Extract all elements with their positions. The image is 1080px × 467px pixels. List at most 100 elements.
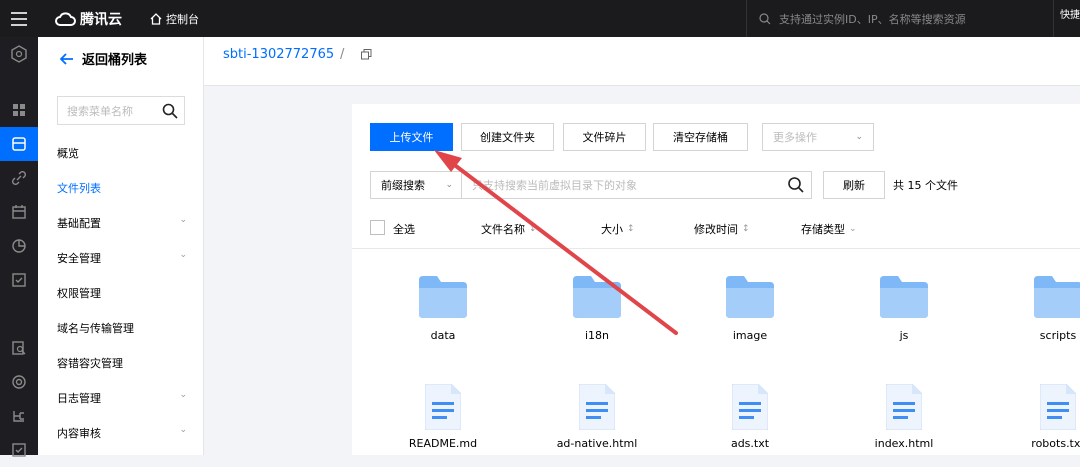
back-label: 返回桶列表 [82, 53, 148, 68]
folder-name: image [732, 329, 768, 342]
sidebar-item[interactable]: 域名与传输管理 [57, 320, 187, 336]
file-name: ads.txt [730, 437, 770, 450]
search-icon[interactable] [162, 103, 178, 119]
folder-name: scripts [1039, 329, 1077, 342]
bucket-name-link[interactable]: sbti-1302772765 [223, 47, 334, 62]
sidebar-item[interactable]: 基础配置 ⌄ [57, 215, 187, 231]
sidebar-item-label: 概览 [57, 147, 79, 160]
file-list-panel: 上传文件 创建文件夹 文件碎片 清空存储桶 更多操作 ⌄ 前缀搜索 ⌄ 只支持搜… [352, 104, 1080, 455]
file-name: index.html [874, 437, 934, 450]
folder-name: js [899, 329, 909, 342]
breadcrumb: sbti-1302772765 / [204, 37, 1080, 86]
sort-icon: ↕ [742, 224, 750, 234]
file-item[interactable]: ad-native.html [537, 383, 657, 450]
bucket-icon[interactable] [0, 127, 38, 161]
brand-logo[interactable]: 腾讯云 [54, 9, 122, 29]
quick-access-button[interactable]: 快捷 [1053, 0, 1080, 37]
column-storage-type[interactable]: 存储类型 ⌄ [801, 221, 857, 237]
column-size[interactable]: 大小 ↕ [601, 221, 635, 237]
folder-item[interactable]: image [690, 276, 810, 342]
sidebar-item-label: 内容审核 [57, 427, 101, 440]
sidebar-item[interactable]: 容错容灾管理 [57, 355, 187, 371]
file-item[interactable]: index.html [844, 383, 964, 450]
top-bar: 腾讯云 控制台 支持通过实例ID、IP、名称等搜索资源 快捷 [0, 0, 1080, 37]
tree-icon[interactable] [0, 399, 38, 433]
more-actions-label: 更多操作 [773, 131, 817, 144]
chevron-down-icon: ⌄ [855, 132, 863, 142]
chevron-down-icon: ⌄ [179, 425, 187, 435]
upload-file-button[interactable]: 上传文件 [370, 123, 453, 151]
folder-item[interactable]: scripts [998, 276, 1080, 342]
global-search-input[interactable]: 支持通过实例ID、IP、名称等搜索资源 [746, 0, 1046, 37]
back-to-bucket-list-link[interactable]: 返回桶列表 [60, 49, 147, 68]
sort-icon: ↕ [529, 224, 537, 234]
sidebar-item[interactable]: 内容审核 ⌄ [57, 425, 187, 441]
global-search-placeholder: 支持通过实例ID、IP、名称等搜索资源 [779, 12, 966, 26]
sidebar-item[interactable]: 日志管理 ⌄ [57, 390, 187, 406]
file-fragments-button[interactable]: 文件碎片 [563, 123, 646, 151]
console-link[interactable]: 控制台 [150, 11, 199, 27]
file-icon [885, 383, 923, 433]
file-name: robots.txt [1031, 437, 1080, 450]
folder-item[interactable]: js [844, 276, 964, 342]
folder-name: data [430, 329, 456, 342]
brand-name: 腾讯云 [80, 12, 122, 28]
sidebar-item-label: 日志管理 [57, 392, 101, 405]
sidebar-item-label: 安全管理 [57, 252, 101, 265]
sidebar-item-label: 域名与传输管理 [57, 322, 134, 335]
quick-label: 快捷 [1060, 10, 1080, 21]
copy-icon[interactable] [361, 49, 372, 60]
prefix-search-select[interactable]: 前缀搜索 ⌄ [370, 171, 462, 199]
cos-hex-icon[interactable] [0, 37, 38, 71]
calendar-icon[interactable] [0, 195, 38, 229]
object-search-placeholder: 只支持搜索当前虚拟目录下的对象 [472, 179, 637, 192]
create-folder-button[interactable]: 创建文件夹 [461, 123, 554, 151]
column-name[interactable]: 文件名称 ↕ [481, 221, 537, 237]
menu-search-input[interactable]: 搜索菜单名称 [57, 96, 185, 125]
dashboard-icon[interactable] [0, 93, 38, 127]
search-icon [759, 12, 771, 24]
refresh-button[interactable]: 刷新 [823, 171, 885, 199]
more-actions-select[interactable]: 更多操作 ⌄ [762, 123, 874, 151]
folder-item[interactable]: i18n [537, 276, 657, 342]
folder-item[interactable]: data [383, 276, 503, 342]
clear-bucket-button[interactable]: 清空存储桶 [653, 123, 748, 151]
chevron-down-icon: ⌄ [849, 224, 857, 234]
folder-icon [726, 276, 774, 321]
file-item[interactable]: README.md [383, 383, 503, 450]
target-icon[interactable] [0, 365, 38, 399]
sidebar-item-label: 文件列表 [57, 182, 101, 195]
sidebar-item[interactable]: 权限管理 [57, 285, 187, 301]
sidebar-item[interactable]: 安全管理 ⌄ [57, 250, 187, 266]
chevron-down-icon: ⌄ [179, 215, 187, 225]
prefix-search-label: 前缀搜索 [381, 179, 425, 192]
breadcrumb-separator: / [340, 47, 345, 62]
pie-chart-icon[interactable] [0, 229, 38, 263]
search-document-icon[interactable] [0, 331, 38, 365]
object-search-input[interactable]: 只支持搜索当前虚拟目录下的对象 [461, 171, 812, 199]
select-all-text: 全选 [393, 223, 415, 236]
file-icon [578, 383, 616, 433]
menu-search-placeholder: 搜索菜单名称 [67, 104, 133, 118]
sidebar-item-label: 权限管理 [57, 287, 101, 300]
file-name: ad-native.html [556, 437, 638, 450]
arrow-left-icon [60, 52, 73, 65]
file-name: README.md [408, 437, 478, 450]
checklist-icon[interactable] [0, 433, 38, 467]
file-item[interactable]: robots.txt [998, 383, 1080, 450]
search-icon[interactable] [787, 176, 805, 194]
select-all-label: 全选 [393, 221, 415, 237]
table-header: 全选 文件名称 ↕ 大小 ↕ 修改时间 ↕ 存储类型 ⌄ [352, 209, 1080, 249]
column-modified[interactable]: 修改时间 ↕ [694, 221, 750, 237]
home-icon [150, 13, 162, 25]
sidebar-item[interactable]: 文件列表 [57, 180, 187, 196]
select-all-checkbox[interactable] [370, 220, 385, 235]
link-icon[interactable] [0, 161, 38, 195]
column-size-label: 大小 [601, 223, 623, 236]
document-check-icon[interactable] [0, 263, 38, 297]
file-item[interactable]: ads.txt [690, 383, 810, 450]
menu-icon[interactable] [0, 0, 38, 37]
file-icon [1039, 383, 1077, 433]
sidebar-item-label: 基础配置 [57, 217, 101, 230]
sidebar-item[interactable]: 概览 [57, 145, 187, 161]
